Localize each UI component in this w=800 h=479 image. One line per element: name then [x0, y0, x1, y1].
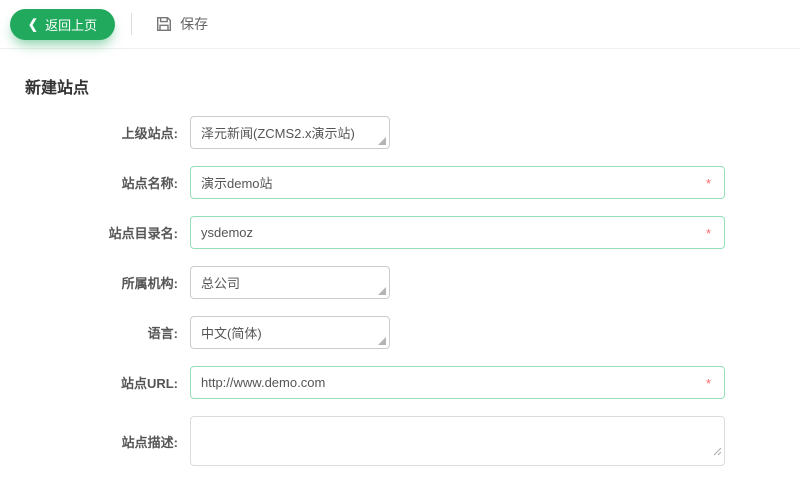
select-corner-grip-icon: [378, 337, 386, 345]
form-row-site-description: 站点描述:: [0, 416, 800, 466]
required-asterisk: *: [705, 225, 711, 241]
site-description-textarea[interactable]: [190, 416, 725, 466]
organization-select[interactable]: 总公司: [190, 266, 390, 299]
language-select[interactable]: 中文(简体): [190, 316, 390, 349]
form-row-site-url: 站点URL: *: [0, 366, 800, 399]
field-label: 站点名称:: [121, 176, 178, 191]
chevron-left-icon: ❮: [28, 16, 39, 32]
field-label: 上级站点:: [121, 126, 178, 141]
site-url-input[interactable]: [190, 366, 725, 399]
toolbar: ❮ 返回上页 保存: [0, 0, 800, 49]
form-row-language: 语言: 中文(简体): [0, 316, 800, 349]
new-site-form: 上级站点: 泽元新闻(ZCMS2.x演示站) 站点名称: * 站点目录名: * …: [0, 116, 800, 466]
select-corner-grip-icon: [378, 287, 386, 295]
select-corner-grip-icon: [378, 137, 386, 145]
field-label: 所属机构:: [121, 276, 178, 291]
page-title: 新建站点: [25, 80, 90, 97]
save-button-label: 保存: [180, 16, 209, 32]
required-asterisk: *: [705, 375, 711, 391]
toolbar-divider: [131, 13, 133, 35]
language-selected-value: 中文(简体): [201, 326, 262, 341]
field-label: 语言:: [147, 326, 178, 341]
field-label: 站点目录名:: [108, 226, 178, 241]
field-label: 站点描述:: [121, 434, 178, 450]
parent-site-selected-value: 泽元新闻(ZCMS2.x演示站): [201, 126, 355, 141]
back-button[interactable]: ❮ 返回上页: [10, 8, 116, 40]
parent-site-select[interactable]: 泽元新闻(ZCMS2.x演示站): [190, 116, 390, 149]
form-row-site-dir: 站点目录名: *: [0, 216, 800, 249]
organization-selected-value: 总公司: [201, 276, 241, 291]
form-row-parent-site: 上级站点: 泽元新闻(ZCMS2.x演示站): [0, 116, 800, 149]
field-label: 站点URL:: [120, 376, 178, 391]
save-button[interactable]: 保存: [156, 14, 208, 34]
required-asterisk: *: [705, 175, 711, 191]
site-dir-input[interactable]: [190, 216, 725, 249]
site-name-input[interactable]: [190, 166, 725, 199]
form-row-site-name: 站点名称: *: [0, 166, 800, 199]
save-icon: [156, 16, 172, 32]
back-button-label: 返回上页: [45, 17, 98, 33]
form-row-organization: 所属机构: 总公司: [0, 266, 800, 299]
